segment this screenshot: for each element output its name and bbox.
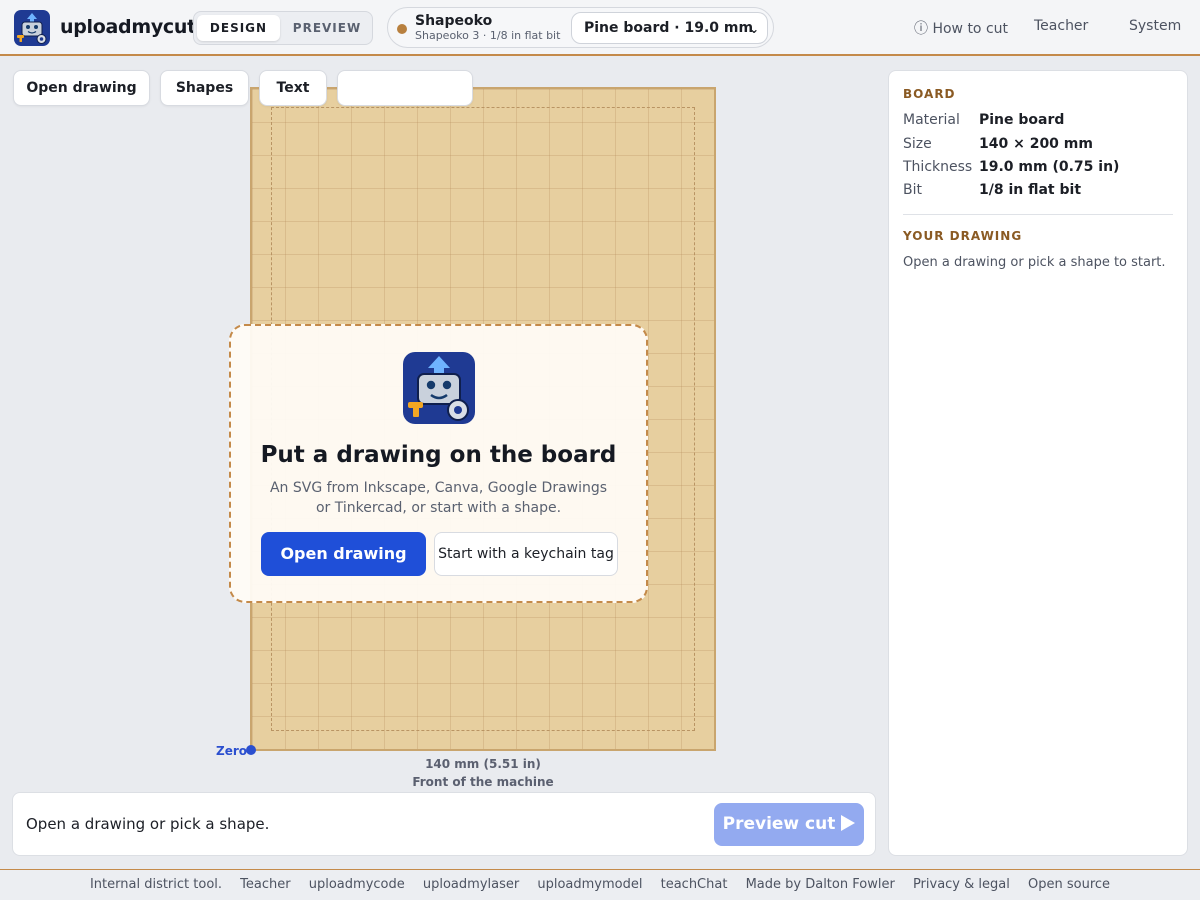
footer-link-teachchat[interactable]: teachChat bbox=[661, 877, 728, 892]
machine-name: Shapeoko bbox=[415, 13, 493, 29]
machine-detail: Shapeoko 3 · 1/8 in flat bit bbox=[415, 29, 561, 42]
zero-origin-marker bbox=[246, 745, 256, 755]
board-select-value: Pine board · 19.0 mm bbox=[584, 20, 754, 36]
play-icon bbox=[841, 815, 856, 831]
board-section-heading: BOARD bbox=[903, 87, 956, 101]
machine-selector[interactable]: Shapeoko Shapeoko 3 · 1/8 in flat bit Pi… bbox=[387, 7, 774, 48]
panel-divider bbox=[903, 214, 1173, 215]
brand-name: uploadmycut bbox=[60, 16, 196, 38]
footer: Internal district tool. Teacher uploadmy… bbox=[0, 869, 1200, 900]
open-drawing-button[interactable]: Open drawing bbox=[13, 70, 150, 106]
prop-label-material: Material bbox=[903, 112, 960, 128]
footer-link-author[interactable]: Made by Dalton Fowler bbox=[746, 877, 895, 892]
footer-link-open-source[interactable]: Open source bbox=[1028, 877, 1110, 892]
open-drawing-primary-button[interactable]: Open drawing bbox=[261, 532, 426, 576]
footer-link-uploadmycode[interactable]: uploadmycode bbox=[309, 877, 405, 892]
footer-note: Internal district tool. bbox=[89, 877, 223, 892]
footer-link-uploadmylaser[interactable]: uploadmylaser bbox=[423, 877, 519, 892]
tab-design[interactable]: DESIGN bbox=[197, 15, 280, 41]
prop-value-bit: 1/8 in flat bit bbox=[979, 182, 1082, 198]
board-select[interactable]: Pine board · 19.0 mm ⌄ bbox=[571, 12, 768, 44]
preview-cut-button[interactable]: Preview cut bbox=[714, 803, 864, 846]
prop-label-bit: Bit bbox=[903, 182, 922, 198]
properties-panel: BOARD Material Pine board Size 140 × 200… bbox=[888, 70, 1188, 856]
status-message: Open a drawing or pick a shape. bbox=[26, 815, 270, 833]
keychain-tag-button[interactable]: Start with a keychain tag bbox=[434, 532, 618, 576]
footer-link-privacy[interactable]: Privacy & legal bbox=[913, 877, 1010, 892]
zero-label: Zero bbox=[216, 744, 248, 758]
footer-link-teacher[interactable]: Teacher bbox=[240, 877, 290, 892]
system-link[interactable]: System bbox=[1129, 18, 1181, 34]
preview-cut-label: Preview cut bbox=[722, 814, 836, 834]
board-width-label: 140 mm (5.51 in) bbox=[425, 757, 541, 771]
robot-logo-icon[interactable] bbox=[14, 10, 50, 46]
footer-link-uploadmymodel[interactable]: uploadmymodel bbox=[537, 877, 642, 892]
shapes-button[interactable]: Shapes bbox=[160, 70, 249, 106]
empty-state-subtitle: An SVG from Inkscape, Canva, Google Draw… bbox=[269, 480, 608, 516]
top-bar: uploadmycut DESIGN PREVIEW Shapeoko Shap… bbox=[0, 0, 1200, 56]
chevron-down-icon: ⌄ bbox=[748, 22, 759, 36]
robot-upload-icon bbox=[403, 352, 475, 424]
machine-status-dot bbox=[397, 24, 407, 34]
teacher-link[interactable]: Teacher bbox=[1034, 18, 1088, 34]
prop-label-thickness: Thickness bbox=[903, 159, 973, 175]
mode-switch: DESIGN PREVIEW bbox=[193, 11, 373, 45]
footer-links: Internal district tool. Teacher uploadmy… bbox=[0, 877, 1200, 892]
prop-value-thickness: 19.0 mm (0.75 in) bbox=[979, 159, 1120, 175]
empty-state-card: Put a drawing on the board An SVG from I… bbox=[229, 324, 648, 603]
toolbar-blank-button[interactable] bbox=[337, 70, 473, 106]
how-to-cut-link[interactable]: ⓘ How to cut bbox=[914, 18, 1008, 38]
text-button[interactable]: Text bbox=[259, 70, 327, 106]
prop-label-size: Size bbox=[903, 136, 932, 152]
prop-value-size: 140 × 200 mm bbox=[979, 136, 1093, 152]
drawing-section-heading: YOUR DRAWING bbox=[903, 229, 1023, 243]
status-bar: Open a drawing or pick a shape. Preview … bbox=[12, 792, 876, 856]
tab-preview[interactable]: PREVIEW bbox=[284, 15, 370, 41]
empty-state-title: Put a drawing on the board bbox=[260, 442, 617, 468]
prop-value-material: Pine board bbox=[979, 112, 1065, 128]
machine-front-label: Front of the machine bbox=[412, 775, 554, 789]
drawing-empty-note: Open a drawing or pick a shape to start. bbox=[903, 255, 1166, 270]
